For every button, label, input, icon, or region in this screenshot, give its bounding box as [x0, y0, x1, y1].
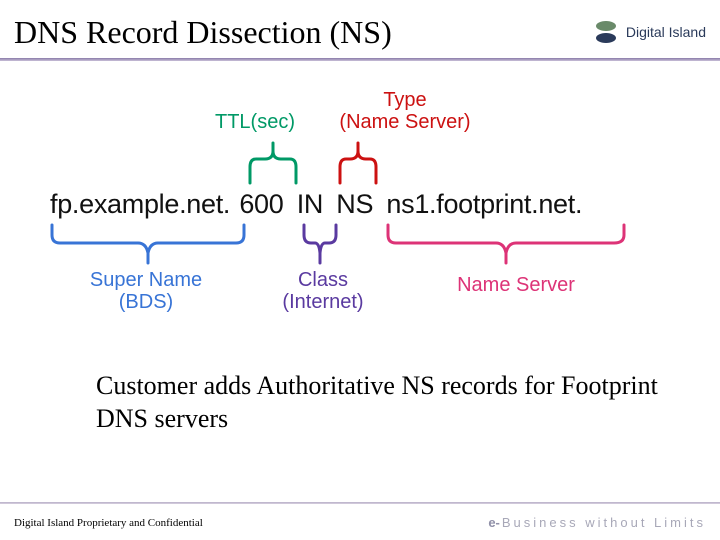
brace-icon: [248, 139, 298, 187]
dns-record-diagram: TTL(sec) Type (Name Server) fp.example.n…: [0, 79, 720, 339]
footer: Digital Island Proprietary and Confident…: [0, 515, 720, 530]
page-title: DNS Record Dissection (NS): [14, 14, 392, 51]
annotation-class: Class (Internet): [268, 269, 378, 313]
record-super-name: fp.example.net.: [50, 189, 230, 220]
record-class: IN: [297, 189, 323, 220]
divider: [0, 502, 720, 504]
annotation-super-line2: (BDS): [119, 291, 173, 313]
body-text: Customer adds Authoritative NS records f…: [96, 370, 660, 435]
globe-icon: [592, 21, 620, 43]
annotation-name-server: Name Server: [436, 274, 596, 296]
tagline-rest: Business without Limits: [502, 515, 706, 530]
annotation-type-line2: (Name Server): [339, 111, 470, 133]
record-ttl: 600: [239, 189, 283, 220]
header: DNS Record Dissection (NS) Digital Islan…: [0, 0, 720, 58]
annotation-super-line1: Super Name: [90, 269, 202, 291]
annotation-super-name: Super Name (BDS): [76, 269, 216, 313]
footer-confidential: Digital Island Proprietary and Confident…: [14, 517, 203, 529]
brace-icon: [302, 223, 338, 267]
record-type: NS: [336, 189, 373, 220]
brace-icon: [338, 139, 378, 187]
brace-icon: [386, 223, 626, 267]
record-name-server: ns1.footprint.net.: [386, 189, 582, 220]
brace-icon: [50, 223, 246, 267]
annotation-ttl: TTL(sec): [210, 111, 300, 133]
footer-tagline: e-Business without Limits: [488, 515, 706, 530]
brand-logo: Digital Island: [592, 21, 706, 43]
divider: [0, 58, 720, 61]
brand-name: Digital Island: [626, 24, 706, 40]
annotation-type: Type (Name Server): [330, 89, 480, 133]
tagline-prefix: e-: [488, 515, 500, 530]
annotation-type-line1: Type: [383, 89, 426, 111]
dns-record: fp.example.net. 600 IN NS ns1.footprint.…: [50, 189, 582, 220]
annotation-class-line1: Class: [298, 269, 348, 291]
annotation-class-line2: (Internet): [282, 291, 363, 313]
